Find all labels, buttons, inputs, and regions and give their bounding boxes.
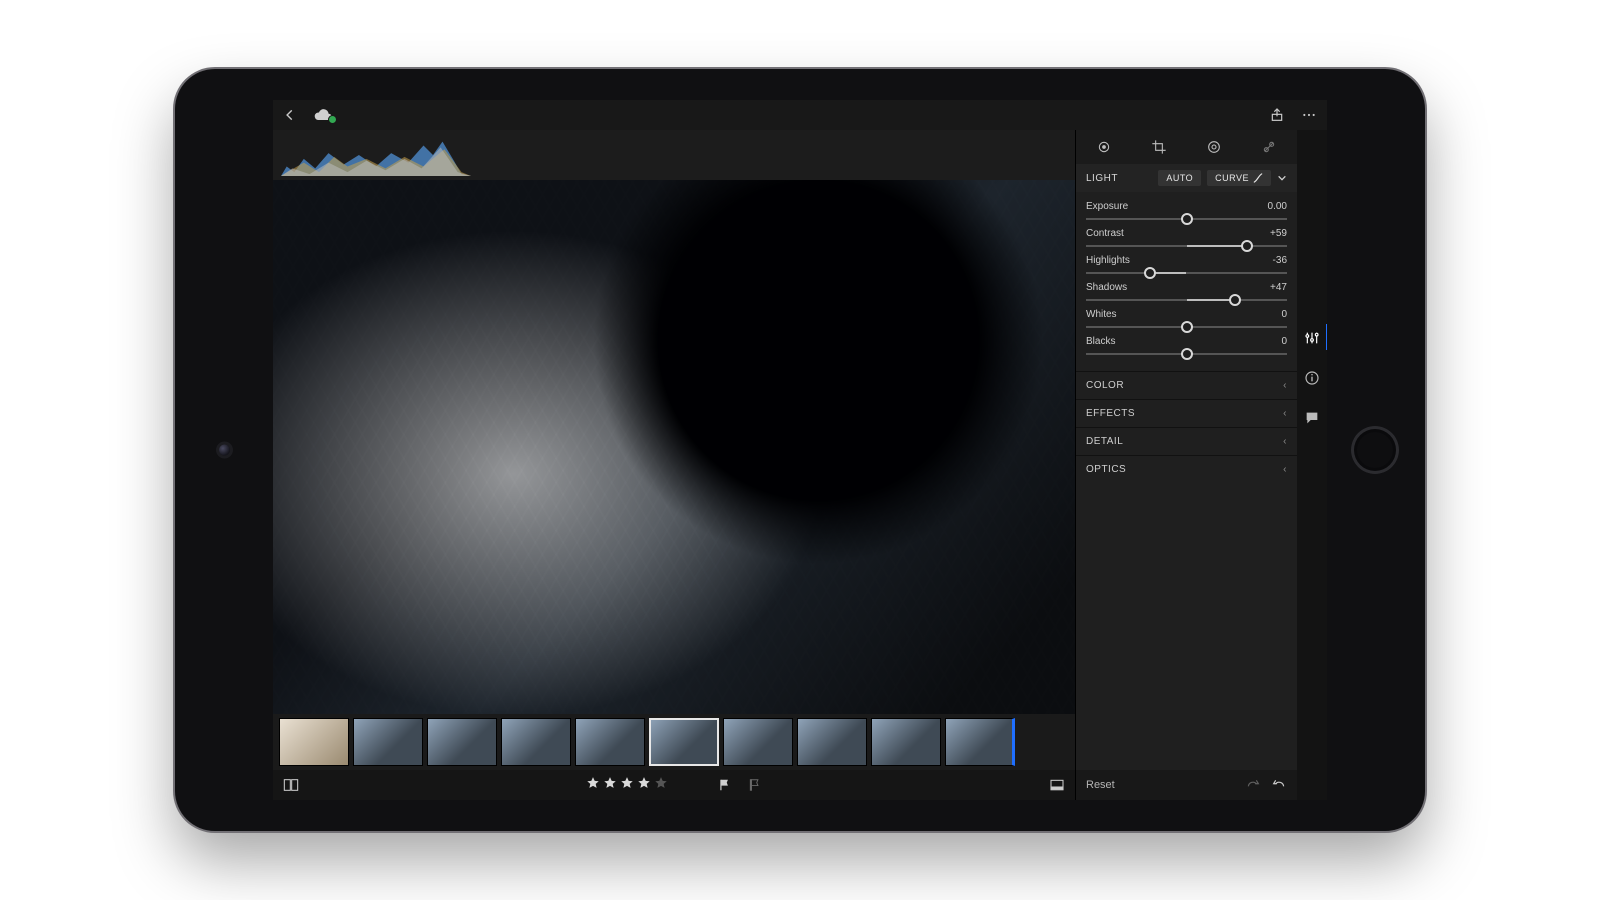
edit-mode-tabs (1076, 130, 1297, 164)
filmstrip-thumbnail[interactable] (797, 718, 867, 766)
slider-knob[interactable] (1144, 267, 1156, 279)
slider-exposure[interactable]: Exposure 0.00 (1086, 201, 1287, 220)
chevron-left-icon: ‹ (1283, 380, 1287, 391)
filmstrip-thumbnail[interactable] (353, 718, 423, 766)
slider-value: 0 (1281, 309, 1287, 320)
photo-preview (273, 180, 1075, 714)
info-panel-icon[interactable] (1304, 370, 1320, 386)
slider-track[interactable] (1086, 299, 1287, 301)
star-icon[interactable] (637, 776, 651, 795)
filmstrip-thumbnail[interactable] (279, 718, 349, 766)
slider-label: Exposure (1086, 201, 1128, 212)
rating-stars[interactable] (586, 776, 668, 795)
optics-section-label: OPTICS (1086, 464, 1126, 475)
color-section[interactable]: COLOR ‹ (1076, 371, 1297, 399)
cloud-sync-status-icon[interactable] (313, 108, 333, 122)
top-toolbar (273, 100, 1327, 130)
detail-section-label: DETAIL (1086, 436, 1123, 447)
light-sliders: Exposure 0.00 Contrast +59 Highlights -36 Shad… (1076, 192, 1297, 371)
crop-icon[interactable] (1151, 139, 1167, 155)
reset-button[interactable]: Reset (1086, 779, 1115, 791)
effects-section-label: EFFECTS (1086, 408, 1135, 419)
adjust-panel-icon[interactable] (1304, 330, 1320, 346)
chevron-down-icon[interactable] (1277, 173, 1287, 183)
slider-value: +47 (1270, 282, 1287, 293)
comments-panel-icon[interactable] (1304, 410, 1320, 426)
compare-view-button[interactable] (283, 778, 299, 792)
slider-label: Blacks (1086, 336, 1115, 347)
filmstrip-thumbnail[interactable] (649, 718, 719, 766)
chevron-left-icon: ‹ (1283, 408, 1287, 419)
filmstrip-thumbnail[interactable] (871, 718, 941, 766)
filmstrip-thumbnail[interactable] (945, 718, 1015, 766)
flag-reject-button[interactable] (748, 778, 762, 792)
slider-track[interactable] (1086, 272, 1287, 274)
back-button[interactable] (283, 108, 297, 122)
slider-value: 0 (1281, 336, 1287, 347)
edit-panel: LIGHT AUTO CURVE Exposure 0.00 Contrast +59… (1075, 130, 1297, 800)
slider-label: Shadows (1086, 282, 1127, 293)
slider-knob[interactable] (1229, 294, 1241, 306)
star-icon[interactable] (620, 776, 634, 795)
flag-pick-button[interactable] (718, 778, 732, 792)
slider-label: Highlights (1086, 255, 1130, 266)
filmstrip-thumbnail[interactable] (427, 718, 497, 766)
tablet-frame: LIGHT AUTO CURVE Exposure 0.00 Contrast +59… (175, 69, 1425, 831)
effects-section[interactable]: EFFECTS ‹ (1076, 399, 1297, 427)
tablet-camera (219, 445, 230, 456)
bottom-toolbar (273, 770, 1075, 800)
auto-button[interactable]: AUTO (1158, 170, 1201, 186)
slider-label: Whites (1086, 309, 1117, 320)
slider-contrast[interactable]: Contrast +59 (1086, 228, 1287, 247)
curve-button-label: CURVE (1215, 173, 1249, 183)
more-menu-button[interactable] (1301, 107, 1317, 123)
histogram[interactable] (273, 130, 1075, 180)
detail-section[interactable]: DETAIL ‹ (1076, 427, 1297, 455)
slider-knob[interactable] (1181, 321, 1193, 333)
filmstrip-thumbnail[interactable] (501, 718, 571, 766)
sync-ok-badge (328, 115, 337, 124)
slider-highlights[interactable]: Highlights -36 (1086, 255, 1287, 274)
star-icon[interactable] (603, 776, 617, 795)
color-section-label: COLOR (1086, 380, 1124, 391)
light-section-header[interactable]: LIGHT AUTO CURVE (1076, 164, 1297, 192)
slider-knob[interactable] (1181, 213, 1193, 225)
slider-knob[interactable] (1241, 240, 1253, 252)
slider-value: 0.00 (1268, 201, 1287, 212)
slider-shadows[interactable]: Shadows +47 (1086, 282, 1287, 301)
slider-track[interactable] (1086, 326, 1287, 328)
redo-button[interactable] (1245, 778, 1261, 792)
chevron-left-icon: ‹ (1283, 464, 1287, 475)
slider-value: +59 (1270, 228, 1287, 239)
slider-knob[interactable] (1181, 348, 1193, 360)
healing-icon[interactable] (1261, 139, 1277, 155)
filmstrip[interactable] (273, 714, 1075, 770)
presets-icon[interactable] (1206, 139, 1222, 155)
light-section-title: LIGHT (1086, 173, 1118, 184)
optics-section[interactable]: OPTICS ‹ (1076, 455, 1297, 483)
curve-button[interactable]: CURVE (1207, 170, 1271, 186)
filmstrip-thumbnail[interactable] (575, 718, 645, 766)
slider-label: Contrast (1086, 228, 1124, 239)
slider-track[interactable] (1086, 245, 1287, 247)
slider-whites[interactable]: Whites 0 (1086, 309, 1287, 328)
undo-button[interactable] (1271, 778, 1287, 792)
slider-value: -36 (1273, 255, 1287, 266)
chevron-left-icon: ‹ (1283, 436, 1287, 447)
photo-canvas[interactable] (273, 180, 1075, 714)
slider-track[interactable] (1086, 353, 1287, 355)
slider-blacks[interactable]: Blacks 0 (1086, 336, 1287, 355)
info-overlay-button[interactable] (1049, 778, 1065, 792)
slider-track[interactable] (1086, 218, 1287, 220)
app-screen: LIGHT AUTO CURVE Exposure 0.00 Contrast +59… (273, 100, 1327, 800)
filmstrip-thumbnail[interactable] (723, 718, 793, 766)
tablet-home-button[interactable] (1351, 426, 1399, 474)
panel-footer: Reset (1076, 770, 1297, 800)
share-button[interactable] (1269, 107, 1285, 123)
right-rail (1297, 130, 1327, 800)
selective-edit-icon[interactable] (1096, 139, 1112, 155)
star-icon[interactable] (654, 776, 668, 795)
star-icon[interactable] (586, 776, 600, 795)
